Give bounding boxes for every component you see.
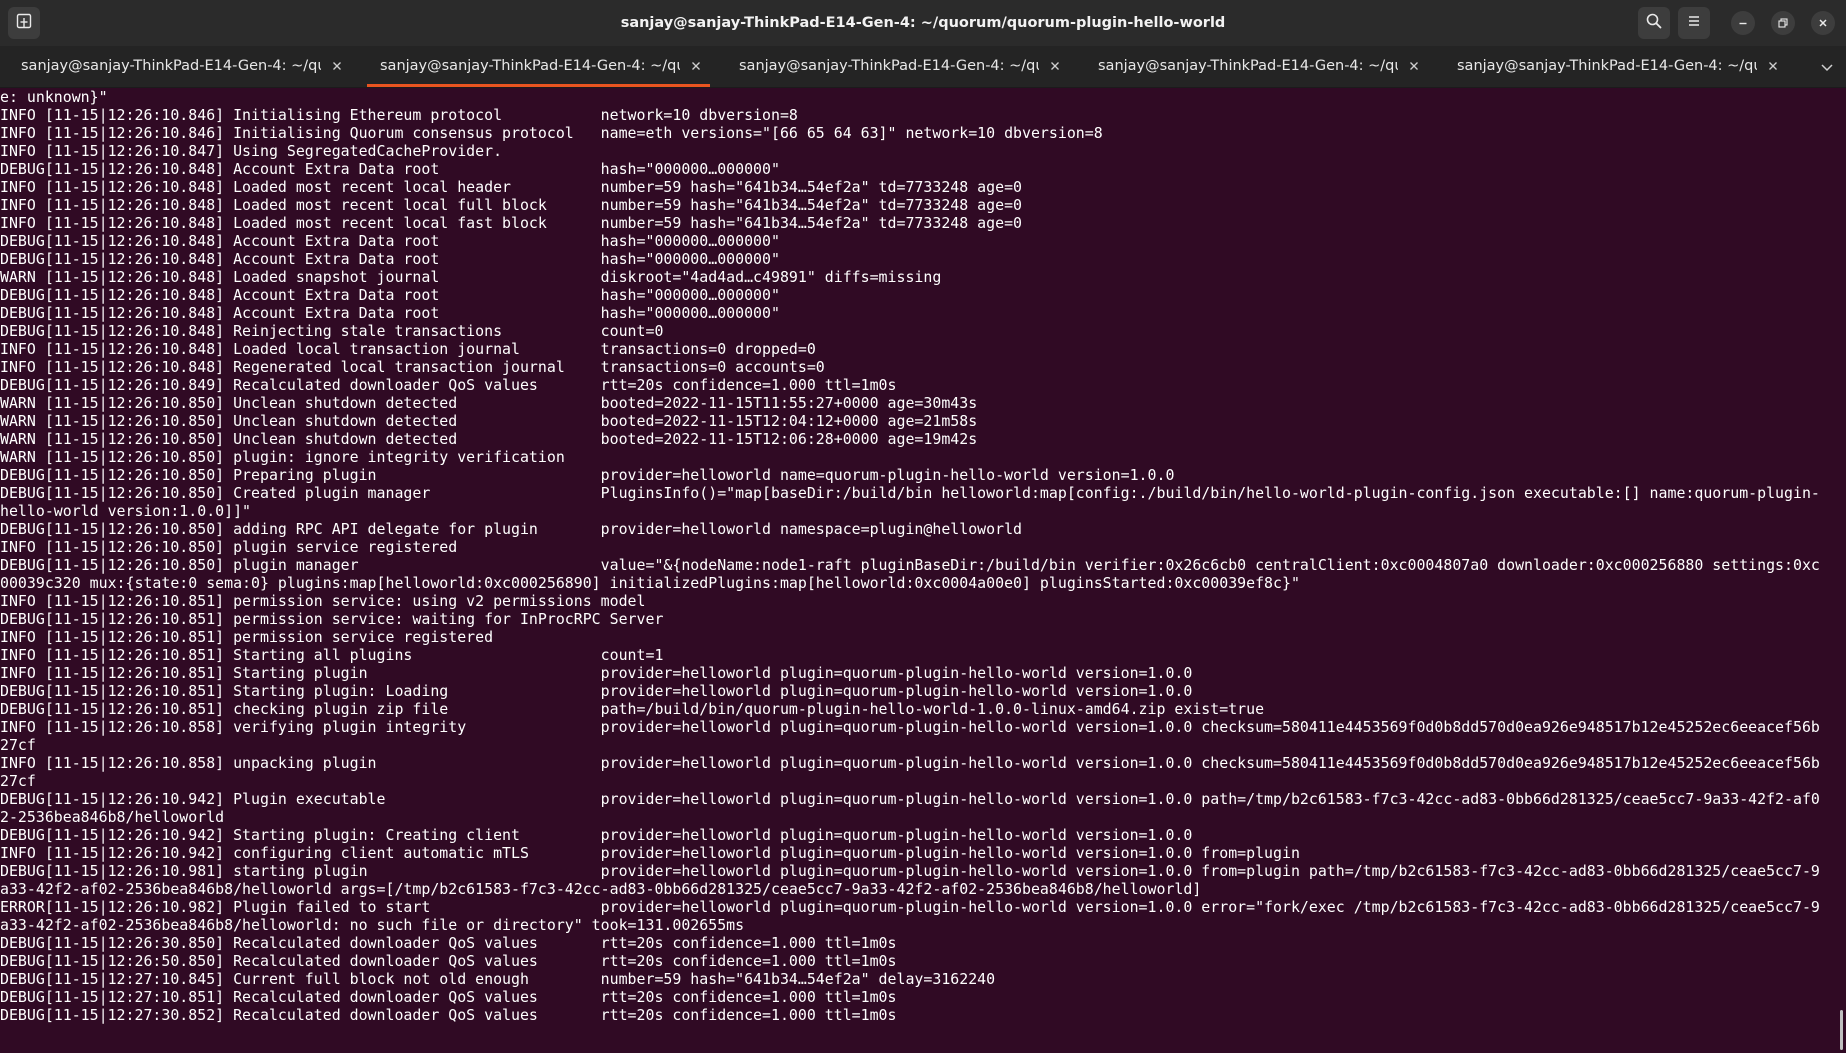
terminal-line: DEBUG[11-15|12:26:10.851] Starting plugi… (0, 682, 1193, 700)
terminal-line: DEBUG[11-15|12:26:10.850] Preparing plug… (0, 466, 1175, 484)
hamburger-menu-icon (1686, 13, 1702, 33)
terminal-line: WARN [11-15|12:26:10.850] plugin: ignore… (0, 448, 565, 466)
tab-close-icon[interactable] (688, 58, 704, 74)
terminal-line: DEBUG[11-15|12:27:30.852] Recalculated d… (0, 1006, 897, 1024)
terminal-line: INFO [11-15|12:26:10.848] Loaded local t… (0, 340, 816, 358)
terminal-line: INFO [11-15|12:26:10.851] Starting plugi… (0, 664, 1193, 682)
window-title: sanjay@sanjay-ThinkPad-E14-Gen-4: ~/quor… (620, 15, 1226, 31)
terminal-line: hello-world version:1.0.0]]" (0, 502, 252, 520)
terminal-line: 27cf (0, 772, 36, 790)
terminal-line: DEBUG[11-15|12:26:10.850] plugin manager… (0, 556, 1820, 574)
tab-label: sanjay@sanjay-ThinkPad-E14-Gen-4: ~/quo… (21, 58, 321, 74)
terminal-line: INFO [11-15|12:26:10.848] Regenerated lo… (0, 358, 825, 376)
terminal-line: DEBUG[11-15|12:26:10.848] Account Extra … (0, 250, 780, 268)
terminal-line: DEBUG[11-15|12:27:10.851] Recalculated d… (0, 988, 897, 1006)
terminal-line: INFO [11-15|12:26:10.848] Loaded most re… (0, 178, 1023, 196)
terminal-line: WARN [11-15|12:26:10.848] Loaded snapsho… (0, 268, 942, 286)
tab-close-icon[interactable] (329, 58, 345, 74)
terminal-line: INFO [11-15|12:26:10.851] permission ser… (0, 592, 646, 610)
close-window-button[interactable] (1811, 11, 1835, 35)
terminal-line: WARN [11-15|12:26:10.850] Unclean shutdo… (0, 394, 978, 412)
terminal-line: DEBUG[11-15|12:26:10.850] Created plugin… (0, 484, 1820, 502)
terminal-line: ERROR[11-15|12:26:10.982] Plugin failed … (0, 898, 1820, 916)
terminal-scrollbar[interactable] (1840, 1010, 1843, 1050)
terminal-line: WARN [11-15|12:26:10.850] Unclean shutdo… (0, 412, 978, 430)
terminal-line: INFO [11-15|12:26:10.858] verifying plug… (0, 718, 1820, 736)
terminal-line: DEBUG[11-15|12:26:10.848] Account Extra … (0, 160, 780, 178)
terminal-line: INFO [11-15|12:26:10.851] Starting all p… (0, 646, 664, 664)
terminal-line: INFO [11-15|12:26:10.847] Using Segregat… (0, 142, 503, 160)
terminal-tab-2[interactable]: sanjay@sanjay-ThinkPad-E14-Gen-4: ~/quo… (359, 46, 718, 87)
maximize-button[interactable] (1771, 11, 1795, 35)
search-button[interactable] (1638, 7, 1670, 39)
terminal-tab-5[interactable]: sanjay@sanjay-ThinkPad-E14-Gen-4: ~/quo… (1436, 46, 1795, 87)
terminal-line: DEBUG[11-15|12:26:10.981] starting plugi… (0, 862, 1820, 880)
window-header: sanjay@sanjay-ThinkPad-E14-Gen-4: ~/quor… (0, 0, 1846, 46)
terminal-tab-4[interactable]: sanjay@sanjay-ThinkPad-E14-Gen-4: ~/quo… (1077, 46, 1436, 87)
terminal-line: DEBUG[11-15|12:26:10.942] Plugin executa… (0, 790, 1820, 808)
terminal-line: 27cf (0, 736, 36, 754)
tab-label: sanjay@sanjay-ThinkPad-E14-Gen-4: ~/quo… (739, 58, 1039, 74)
terminal-line: 00039c320 mux:{state:0 sema:0} plugins:m… (0, 574, 1300, 592)
terminal-line: DEBUG[11-15|12:26:10.850] adding RPC API… (0, 520, 1023, 538)
maximize-icon (1777, 14, 1789, 33)
terminal-line: DEBUG[11-15|12:26:10.942] Starting plugi… (0, 826, 1193, 844)
terminal-line: INFO [11-15|12:26:10.850] plugin service… (0, 538, 458, 556)
terminal-line: DEBUG[11-15|12:26:10.848] Account Extra … (0, 286, 780, 304)
terminal-line: WARN [11-15|12:26:10.850] Unclean shutdo… (0, 430, 978, 448)
terminal-line: INFO [11-15|12:26:10.858] unpacking plug… (0, 754, 1820, 772)
terminal-line: INFO [11-15|12:26:10.942] configuring cl… (0, 844, 1300, 862)
tab-bar: sanjay@sanjay-ThinkPad-E14-Gen-4: ~/quo…… (0, 46, 1846, 88)
terminal-tab-3[interactable]: sanjay@sanjay-ThinkPad-E14-Gen-4: ~/quo… (718, 46, 1077, 87)
terminal-line: DEBUG[11-15|12:27:10.845] Current full b… (0, 970, 996, 988)
tab-label: sanjay@sanjay-ThinkPad-E14-Gen-4: ~/quo… (380, 58, 680, 74)
tab-label: sanjay@sanjay-ThinkPad-E14-Gen-4: ~/quo… (1098, 58, 1398, 74)
terminal-line: DEBUG[11-15|12:26:30.850] Recalculated d… (0, 934, 897, 952)
search-icon (1646, 13, 1662, 33)
terminal-output[interactable]: e: unknown}" INFO [11-15|12:26:10.846] I… (0, 88, 1834, 1053)
terminal-line: INFO [11-15|12:26:10.851] permission ser… (0, 628, 494, 646)
tab-list-chevron-down-icon[interactable] (1818, 58, 1836, 76)
tab-label: sanjay@sanjay-ThinkPad-E14-Gen-4: ~/quo… (1457, 58, 1757, 74)
terminal-line: INFO [11-15|12:26:10.848] Loaded most re… (0, 214, 1023, 232)
terminal-line: DEBUG[11-15|12:26:10.851] checking plugi… (0, 700, 1265, 718)
terminal-line: DEBUG[11-15|12:26:10.848] Account Extra … (0, 232, 780, 250)
active-tab-indicator (367, 84, 710, 87)
terminal-line: a33-42f2-af02-2536bea846b8/helloworld: n… (0, 916, 745, 934)
terminal-line: DEBUG[11-15|12:26:10.848] Reinjecting st… (0, 322, 664, 340)
minimize-button[interactable] (1731, 11, 1755, 35)
terminal-line: DEBUG[11-15|12:26:50.850] Recalculated d… (0, 952, 897, 970)
menu-button[interactable] (1678, 7, 1710, 39)
terminal-line: DEBUG[11-15|12:26:10.849] Recalculated d… (0, 376, 897, 394)
terminal-line: INFO [11-15|12:26:10.846] Initialising E… (0, 106, 798, 124)
terminal-tab-1[interactable]: sanjay@sanjay-ThinkPad-E14-Gen-4: ~/quo… (0, 46, 359, 87)
terminal-line: e: unknown}" (0, 88, 108, 106)
tab-close-icon[interactable] (1406, 58, 1422, 74)
terminal-line: DEBUG[11-15|12:26:10.848] Account Extra … (0, 304, 780, 322)
close-icon (1817, 14, 1829, 33)
terminal-line: INFO [11-15|12:26:10.848] Loaded most re… (0, 196, 1023, 214)
terminal-line: DEBUG[11-15|12:26:10.851] permission ser… (0, 610, 664, 628)
terminal-text: e: unknown}" INFO [11-15|12:26:10.846] I… (0, 88, 1834, 1024)
minimize-icon (1737, 14, 1749, 33)
tab-close-icon[interactable] (1047, 58, 1063, 74)
terminal-line: INFO [11-15|12:26:10.846] Initialising Q… (0, 124, 1103, 142)
terminal-line: 2-2536bea846b8/helloworld (0, 808, 225, 826)
tab-close-icon[interactable] (1765, 58, 1781, 74)
terminal-line: a33-42f2-af02-2536bea846b8/helloworld ar… (0, 880, 1202, 898)
